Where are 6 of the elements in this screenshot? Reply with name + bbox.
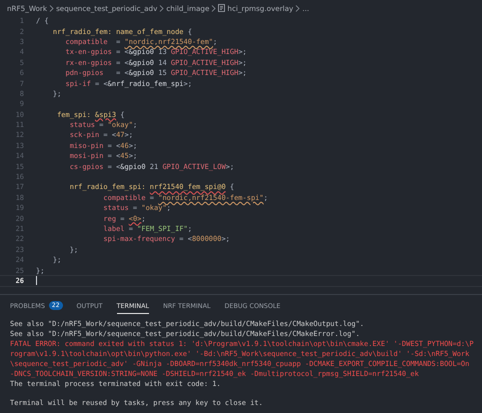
chevron-icon <box>295 4 300 12</box>
file-icon <box>218 4 226 12</box>
chevron-icon <box>211 4 216 12</box>
chevron-icon <box>49 4 54 12</box>
text-cursor <box>36 276 37 286</box>
chevron-icon <box>159 4 164 12</box>
